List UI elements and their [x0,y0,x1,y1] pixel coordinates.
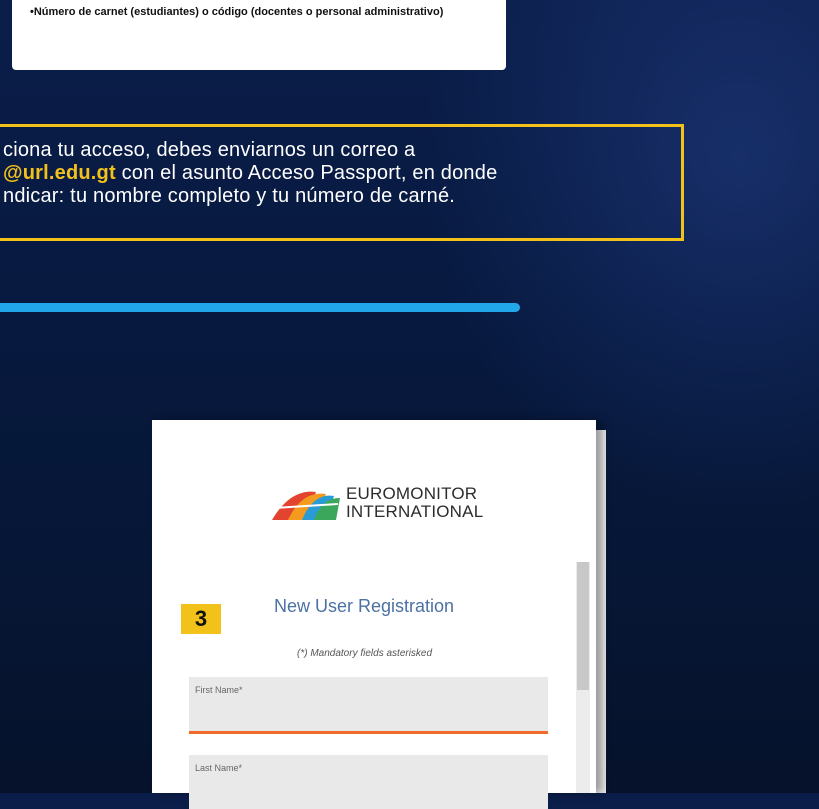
registration-title: New User Registration [274,596,455,616]
panel-edge [596,430,606,793]
logo-line-2: INTERNATIONAL [346,502,484,521]
logo-line-1: EUROMONITOR [346,484,478,503]
last-name-input[interactable] [189,777,548,805]
instruction-text: •Número de carnet (estudiantes) o código… [30,6,444,18]
notice-line-2: con el asunto Acceso Passport, en donde [115,162,498,184]
step-badge: 3 [181,604,221,634]
notice-line-1: ciona tu acceso, debes enviarnos un corr… [3,139,416,161]
first-name-input[interactable] [189,699,548,727]
first-name-label: First Name* [195,685,243,695]
notice-box: ciona tu acceso, debes enviarnos un corr… [0,124,684,241]
scrollbar-thumb[interactable] [577,562,589,690]
notice-text: ciona tu acceso, debes enviarnos un corr… [3,139,663,208]
euromonitor-logo-icon [272,491,340,520]
last-name-label: Last Name* [195,763,243,773]
notice-line-3: ndicar: tu nombre completo y tu número d… [3,185,456,207]
panel-scrollbar[interactable] [576,562,590,793]
first-name-field[interactable]: First Name* [189,677,548,734]
last-name-field[interactable]: Last Name* [189,755,548,809]
blue-divider [0,303,520,312]
instruction-card: •Número de carnet (estudiantes) o código… [12,0,506,70]
euromonitor-logo: EUROMONITOR INTERNATIONAL [272,482,542,526]
notice-email-link[interactable]: @url.edu.gt [3,162,116,184]
mandatory-note: (*) Mandatory fields asterisked [297,648,433,659]
